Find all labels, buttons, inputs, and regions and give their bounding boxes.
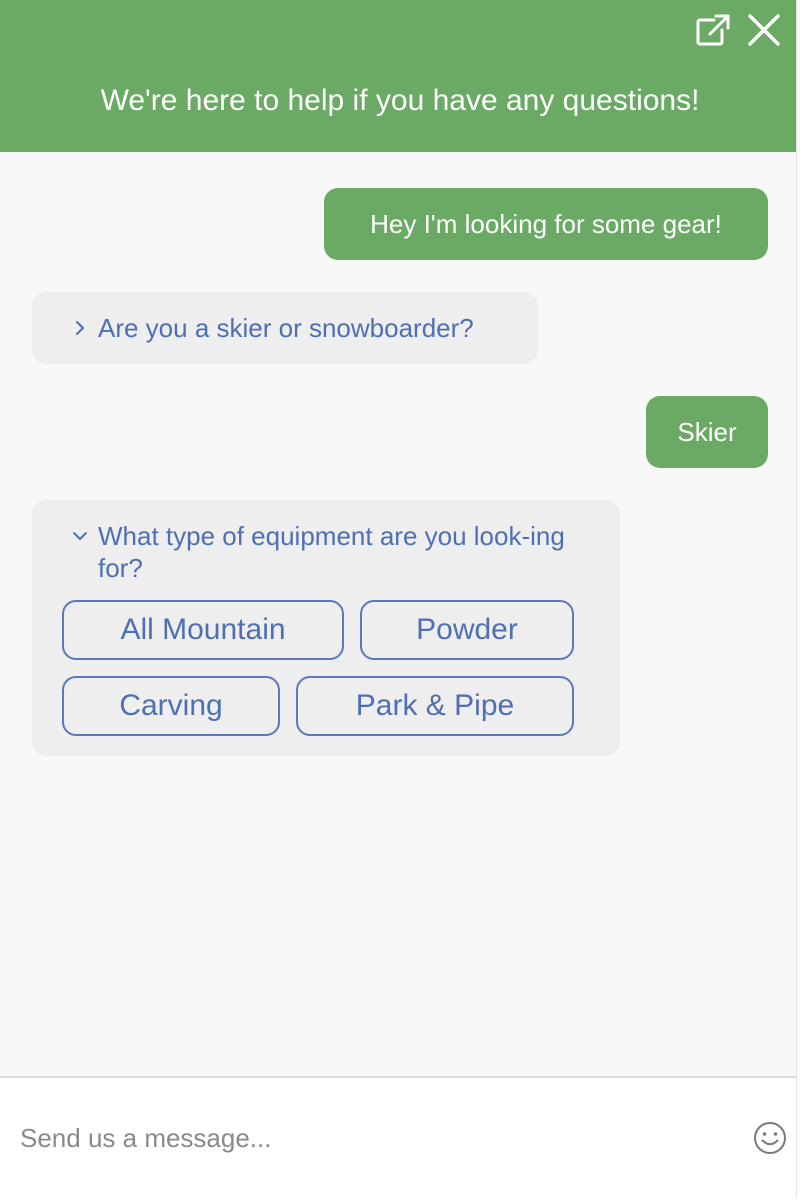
external-link-icon [696,14,730,46]
close-icon [748,14,780,46]
bot-message: Are you a skier or snowboarder? [98,313,474,343]
smiley-icon [754,1122,786,1154]
choice-park-pipe-button[interactable]: Park & Pipe [296,676,574,736]
emoji-button[interactable] [752,1120,788,1156]
user-message: Hey I'm looking for some gear! [324,188,768,260]
user-message: Skier [646,396,768,468]
chat-widget: We're here to help if you have any quest… [0,0,797,1198]
popout-button[interactable] [692,10,732,50]
bot-question-expanded: What type of equipment are you look-ing … [32,500,620,756]
bot-message: What type of equipment are you look-ing … [98,521,565,583]
choice-carving-button[interactable]: Carving [62,676,280,736]
chevron-down-icon[interactable] [72,528,88,544]
close-button[interactable] [744,10,784,50]
bot-question-collapsed[interactable]: Are you a skier or snowboarder? [32,292,538,364]
message-input[interactable] [20,1118,720,1158]
header-title: We're here to help if you have any quest… [100,84,700,117]
choice-all-mountain-button[interactable]: All Mountain [62,600,344,660]
chevron-right-icon [76,321,84,335]
choice-powder-button[interactable]: Powder [360,600,574,660]
chat-header: We're here to help if you have any quest… [0,0,796,152]
message-composer [0,1076,796,1198]
